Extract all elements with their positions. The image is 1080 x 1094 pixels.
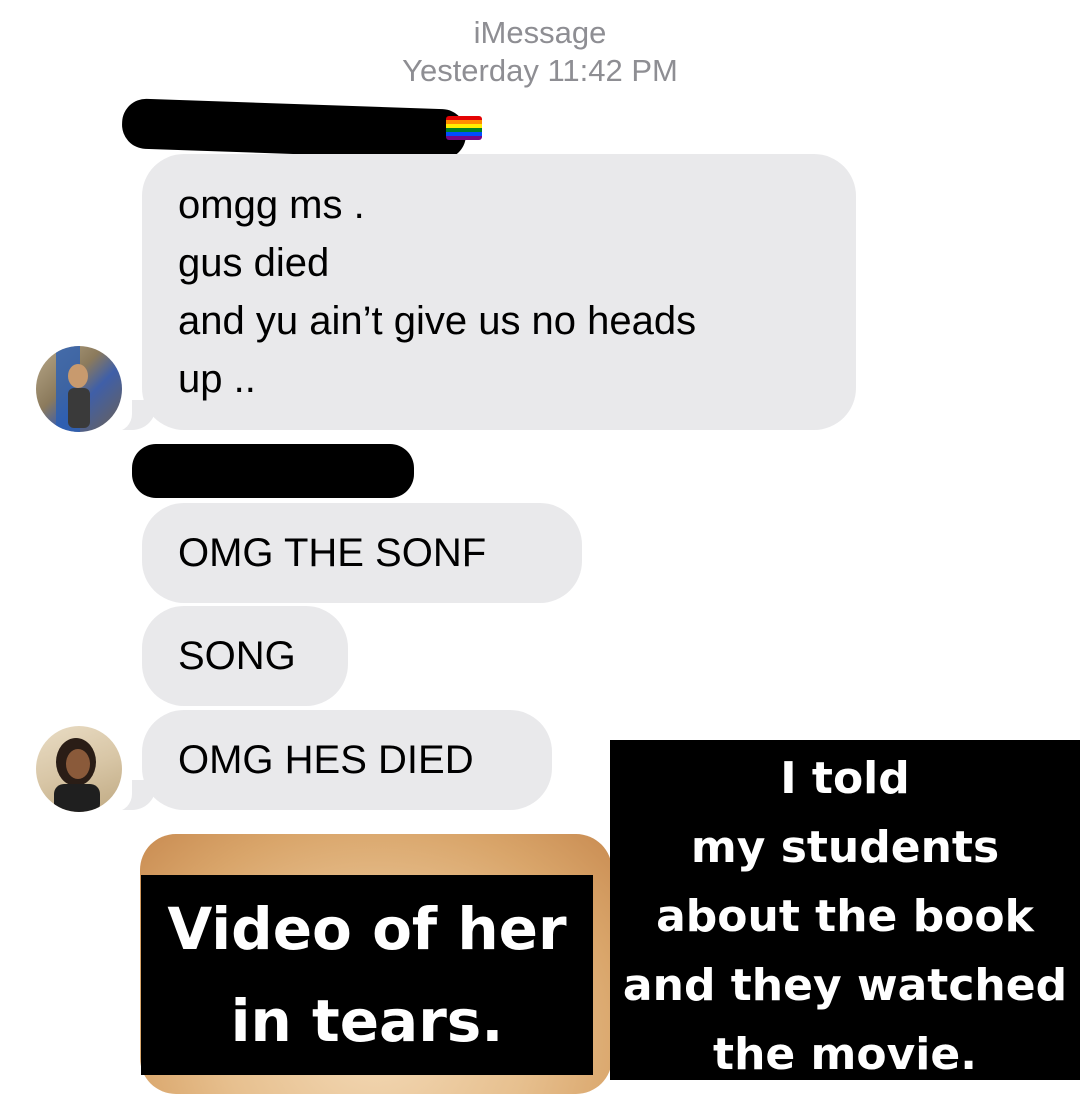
redacted-sender-name xyxy=(132,444,414,498)
message-line: gus died xyxy=(178,241,330,285)
message-bubble[interactable]: SONG xyxy=(142,606,348,706)
message-line: and yu ain’t give us no heads xyxy=(178,299,697,343)
sender-avatar[interactable] xyxy=(36,726,122,812)
caption-line: and they watched xyxy=(622,960,1068,1011)
message-timestamp: Yesterday 11:42 PM xyxy=(402,53,678,88)
caption-line: in tears. xyxy=(230,987,504,1055)
caption-line: my students xyxy=(690,822,1000,873)
message-line: OMG THE SONF xyxy=(178,531,487,575)
message-bubble[interactable]: OMG THE SONF xyxy=(142,503,582,603)
service-label: iMessage xyxy=(473,15,607,50)
message-bubble[interactable]: omgg ms . gus died and yu ain’t give us … xyxy=(142,154,856,430)
caption-overlay-right: I told my students about the book and th… xyxy=(610,740,1080,1080)
avatar-photo xyxy=(54,738,100,812)
caption-line: Video of her xyxy=(167,895,567,963)
conversation-header: iMessage Yesterday 11:42 PM xyxy=(0,14,1080,90)
avatar-photo xyxy=(56,346,90,432)
caption-line: I told xyxy=(780,753,910,804)
message-bubble[interactable]: OMG HES DIED xyxy=(142,710,552,810)
message-line: SONG xyxy=(178,634,296,678)
message-line: up .. xyxy=(178,357,256,401)
sender-avatar[interactable] xyxy=(36,346,122,432)
message-line: omgg ms . xyxy=(178,183,365,227)
rainbow-flag-icon xyxy=(446,116,482,140)
message-line: OMG HES DIED xyxy=(178,738,474,782)
caption-line: the movie. xyxy=(713,1029,977,1080)
caption-line: about the book xyxy=(656,891,1034,942)
caption-overlay-left: Video of her in tears. xyxy=(141,875,593,1075)
redacted-sender-name xyxy=(121,98,467,160)
